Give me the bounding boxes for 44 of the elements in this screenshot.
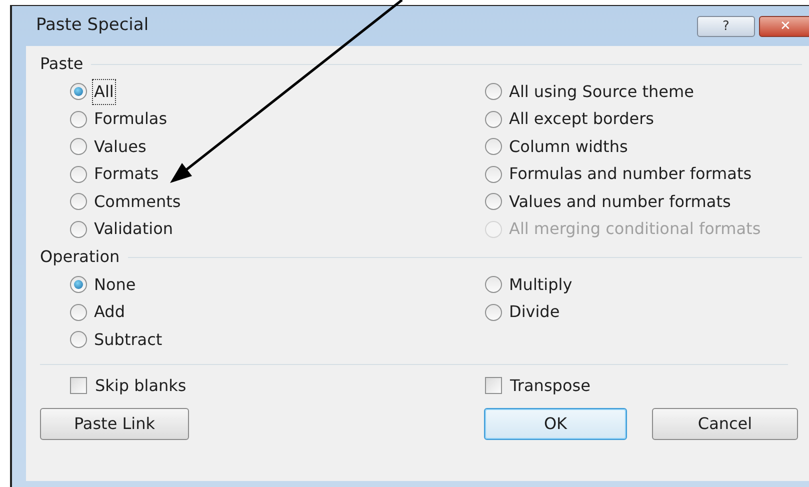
radio-button[interactable]	[485, 83, 502, 100]
group-title: Paste	[40, 53, 84, 75]
option-label: Comments	[93, 190, 182, 213]
radio-button[interactable]	[485, 138, 502, 156]
option-label: Multiply	[508, 274, 574, 296]
option-label: Add	[93, 301, 126, 324]
option-label: Validation	[93, 218, 174, 240]
checkbox-label: Skip blanks	[95, 374, 186, 396]
option-label: Values	[93, 136, 148, 158]
paste-link-button[interactable]: Paste Link	[40, 408, 189, 440]
radio-button[interactable]	[70, 83, 87, 100]
option-label: Column widths	[508, 136, 629, 158]
option-label: Divide	[508, 301, 561, 324]
radio-button[interactable]	[70, 110, 87, 128]
option-label: Formulas and number formats	[508, 163, 753, 186]
option-label: Formulas	[93, 108, 168, 130]
option-label: All	[93, 80, 115, 104]
radio-button[interactable]	[70, 166, 87, 183]
checkbox-label: Transpose	[510, 374, 590, 396]
radio-button[interactable]	[485, 276, 502, 294]
radio-button[interactable]	[70, 193, 87, 210]
option-label: Subtract	[93, 328, 164, 351]
checkbox[interactable]	[70, 377, 87, 394]
ok-button[interactable]: OK	[484, 408, 627, 440]
help-button[interactable]: ?	[697, 16, 755, 36]
radio-button[interactable]	[485, 193, 502, 210]
option-label: All except borders	[508, 108, 655, 130]
option-label: All using Source theme	[508, 80, 695, 103]
radio-button[interactable]	[70, 220, 87, 238]
checkbox[interactable]	[485, 377, 502, 394]
window-title: Paste Special	[36, 14, 149, 38]
radio-button[interactable]	[70, 304, 87, 321]
radio-button[interactable]	[70, 276, 87, 294]
cancel-button[interactable]: Cancel	[652, 408, 798, 440]
radio-button[interactable]	[485, 304, 502, 321]
option-label: Values and number formats	[508, 190, 732, 213]
radio-button[interactable]	[485, 110, 502, 128]
radio-button[interactable]	[485, 166, 502, 183]
option-label: Formats	[93, 163, 160, 186]
group-title: Operation	[40, 246, 120, 268]
radio-button[interactable]	[70, 138, 87, 156]
radio-button[interactable]	[70, 331, 87, 348]
option-label: None	[93, 274, 137, 296]
option-label: All merging conditional formats	[508, 218, 762, 240]
